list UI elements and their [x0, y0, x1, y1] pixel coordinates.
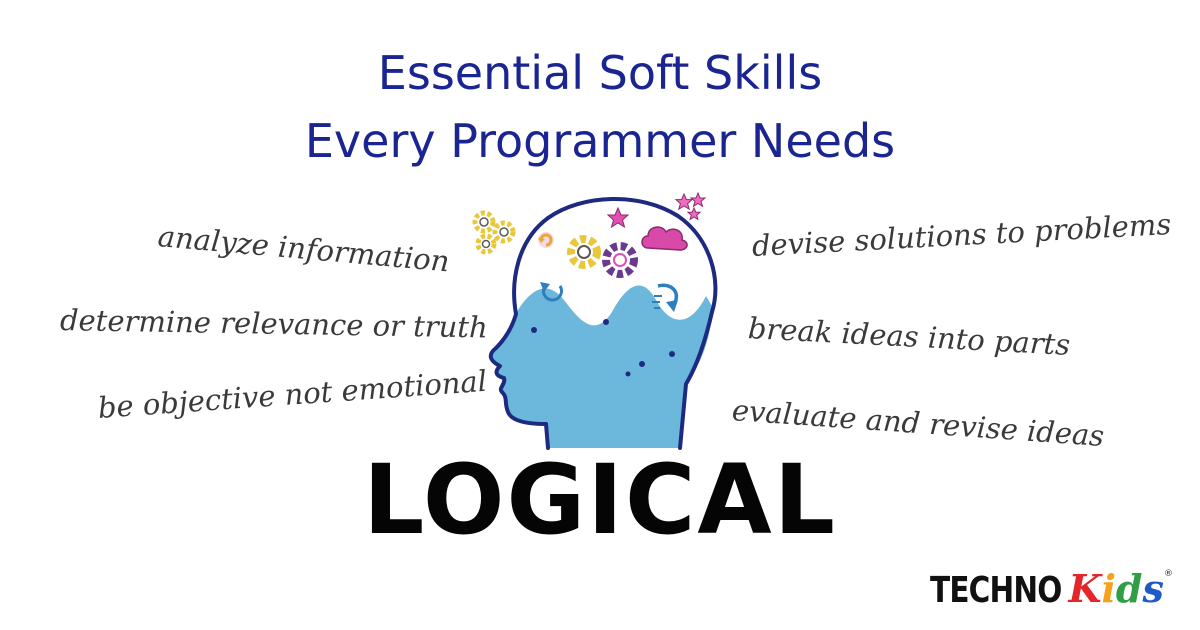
cloud-icon	[641, 226, 688, 251]
phrase-determine-relevance: determine relevance or truth	[59, 303, 488, 345]
star-icon	[674, 192, 694, 211]
logo-kids-letter: i	[1101, 566, 1116, 611]
gear-icon	[472, 210, 496, 234]
phrase-analyze-information: analyze information	[156, 219, 451, 279]
logo-kids-letter: d	[1115, 566, 1143, 611]
star-icon	[689, 191, 707, 208]
title-line-2: Every Programmer Needs	[304, 114, 896, 168]
logo-kids-text: Kids	[1068, 570, 1163, 608]
phrase-evaluate-revise: evaluate and revise ideas	[730, 393, 1106, 453]
skill-word: LOGICAL	[363, 444, 837, 556]
phrase-break-ideas: break ideas into parts	[747, 311, 1072, 362]
logo-kids-letter: K	[1068, 566, 1102, 611]
logo-kids-letter: s	[1142, 566, 1164, 611]
phrase-devise-solutions: devise solutions to problems	[751, 207, 1173, 263]
logo-techno-text: TECHNO	[930, 570, 1062, 611]
star-icon	[606, 206, 630, 229]
gear-icon	[567, 235, 601, 269]
gear-icon	[492, 220, 516, 244]
gear-icon	[602, 242, 638, 278]
title-line-1: Essential Soft Skills	[377, 46, 823, 100]
gear-icon	[475, 233, 497, 255]
curved-arrow-icon	[652, 283, 679, 312]
technokids-logo: TECHNO Kids®	[930, 570, 1173, 616]
phrase-be-objective: be objective not emotional	[96, 363, 489, 425]
head-profile-icon	[472, 191, 718, 450]
logo-registered-mark: ®	[1163, 569, 1173, 579]
circular-arrow-icon	[538, 232, 554, 248]
